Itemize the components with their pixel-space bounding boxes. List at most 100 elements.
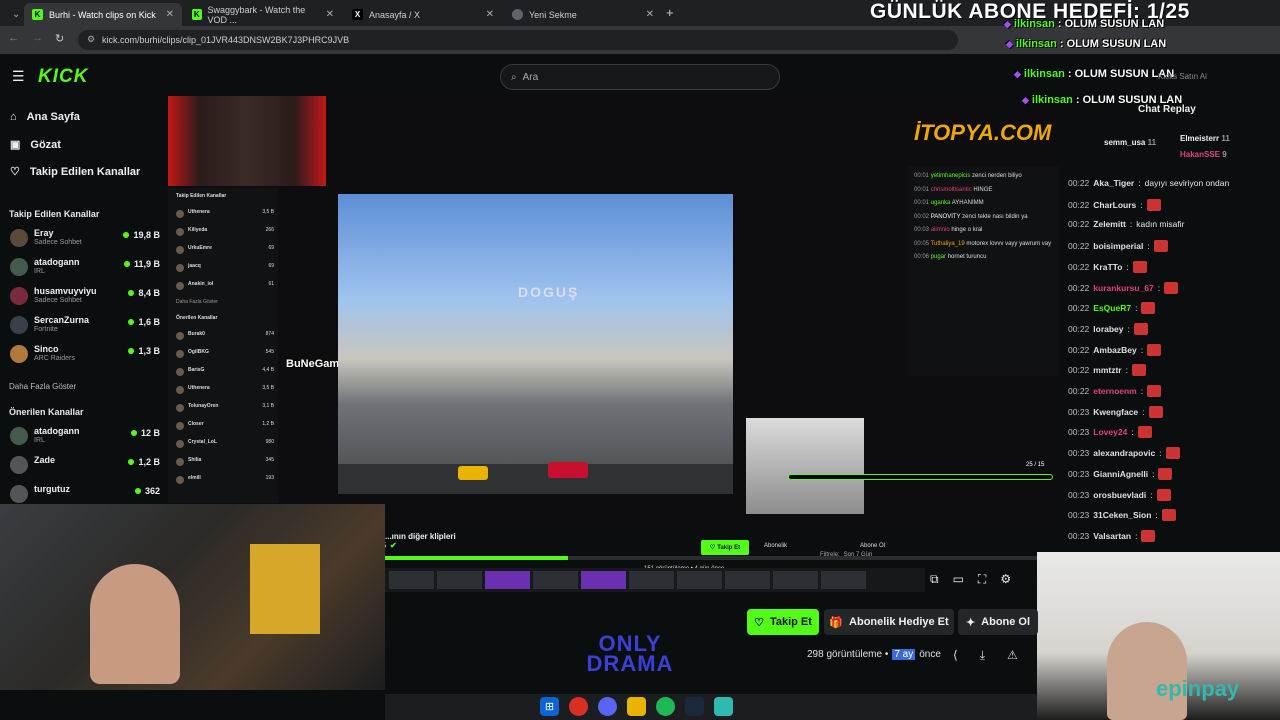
spotify-icon[interactable] <box>656 697 675 716</box>
tab-x[interactable]: X Anasayfa / X ✕ <box>344 3 502 26</box>
channel-name: Closer <box>188 421 204 427</box>
followed-channel[interactable]: husamvuyviyu Sadece Sohbet 8,4 B <box>10 284 160 310</box>
tab-search-icon[interactable]: ⌄ <box>4 3 22 26</box>
fullscreen-icon[interactable]: ⛶ <box>978 572 986 587</box>
reload-icon[interactable]: ↻ <box>55 32 64 45</box>
username[interactable]: Aka_Tiger <box>1093 178 1134 188</box>
windows-start-icon[interactable]: ⊞ <box>540 697 559 716</box>
recommended-channel[interactable]: atadogann IRL 12 B <box>10 424 160 450</box>
kicks-button[interactable]: Kicks Satın Al <box>1158 72 1207 81</box>
username[interactable]: mmtztr <box>1093 365 1121 375</box>
clip-filmstrip[interactable] <box>385 568 925 592</box>
menu-icon[interactable]: ☰ <box>12 68 25 85</box>
username[interactable]: eternoenm <box>1093 386 1136 396</box>
followed-channel[interactable]: Eray Sadece Sohbet 19,8 B <box>10 226 160 252</box>
clip-thumb[interactable] <box>629 571 674 589</box>
clip-thumb[interactable] <box>437 571 482 589</box>
nav-home[interactable]: ⌂ Ana Sayfa <box>10 111 80 123</box>
chat-message: 00:22 lorabey: <box>1068 322 1148 335</box>
follow-button[interactable]: ♡ Takip Et <box>747 609 819 635</box>
followed-channel[interactable]: SercanZurna Fortnite 1,6 B <box>10 313 160 339</box>
user: Elmeisterr <box>1180 134 1220 143</box>
report-icon[interactable]: ⚠ <box>1007 648 1018 663</box>
username[interactable]: alexandrapovic <box>1093 448 1155 458</box>
settings-icon[interactable]: ⚙ <box>1000 572 1011 587</box>
forward-icon[interactable]: → <box>32 32 43 44</box>
close-icon[interactable]: ✕ <box>646 9 654 20</box>
avatar <box>176 458 184 466</box>
username[interactable]: boisimperial <box>1093 241 1143 251</box>
username[interactable]: Zelemitt <box>1093 219 1126 229</box>
chrome-icon[interactable] <box>569 697 588 716</box>
avatar <box>176 386 184 394</box>
chat-message: 00:22 CharLours: <box>1068 198 1161 211</box>
followed-channel[interactable]: Sinco ARC Raiders 1,3 B <box>10 342 160 368</box>
username[interactable]: EsQueR7 <box>1093 303 1131 313</box>
theater-icon[interactable]: ▭ <box>953 572 964 587</box>
tab-burhi[interactable]: K Burhi - Watch clips on Kick ✕ <box>24 3 182 26</box>
live-dot-icon <box>123 232 130 238</box>
clip-thumb[interactable] <box>773 571 818 589</box>
show-more-link[interactable]: Daha Fazla Göster <box>9 382 76 391</box>
gift-sub-button[interactable]: 🎁 Abonelik Hediye Et <box>824 609 954 635</box>
close-icon[interactable]: ✕ <box>486 9 494 20</box>
viewer-count: 12 B <box>130 428 160 438</box>
close-icon[interactable]: ✕ <box>326 9 334 20</box>
search-input[interactable]: ⌕ Ara <box>500 64 780 90</box>
channel-name: UrkuEmre <box>188 245 212 251</box>
followed-channel[interactable]: atadogann IRL 11,9 B <box>10 255 160 281</box>
small-follow-button[interactable]: ♡ Takip Et <box>701 540 749 555</box>
clip-thumb[interactable] <box>725 571 770 589</box>
nav-following[interactable]: ♡ Takip Edilen Kanallar <box>10 165 140 179</box>
username[interactable]: CharLours <box>1093 200 1136 210</box>
username[interactable]: AmbazBey <box>1093 345 1136 355</box>
user: uganka <box>930 200 951 206</box>
address-bar[interactable]: ⚙ kick.com/burhi/clips/clip_01JVR443DNSW… <box>78 30 958 50</box>
site-info-icon[interactable]: ⚙ <box>87 34 95 45</box>
tab-swaggybark[interactable]: K Swaggybark - Watch the VOD ... ✕ <box>184 3 342 26</box>
username[interactable]: 31Ceken_Sion <box>1093 510 1151 520</box>
video-player[interactable]: Takip Edilen Kanallar Uthenera 3,5 B Kili… <box>168 96 1058 524</box>
username[interactable]: KraTTo <box>1093 262 1122 272</box>
new-tab-button[interactable]: + <box>666 5 674 20</box>
close-icon[interactable]: ✕ <box>166 9 174 20</box>
clip-thumb[interactable] <box>677 571 722 589</box>
username[interactable]: Lovey24 <box>1093 427 1127 437</box>
clip-thumb[interactable] <box>389 571 434 589</box>
username[interactable]: Kwengface <box>1093 407 1138 417</box>
recommended-channel[interactable]: Zade 1,2 B <box>10 453 160 479</box>
clip-thumb[interactable] <box>485 571 530 589</box>
username[interactable]: kurankursu_67 <box>1093 283 1153 293</box>
discord-icon[interactable] <box>598 697 617 716</box>
tab-new[interactable]: Yeni Sekme ✕ <box>504 3 662 26</box>
username[interactable]: Valsartan <box>1093 531 1131 541</box>
kick-logo[interactable]: KICK <box>38 66 88 88</box>
subscribe-button[interactable]: ✦ Abone Ol <box>958 609 1038 635</box>
steam-icon[interactable] <box>685 697 704 716</box>
back-icon[interactable]: ← <box>8 32 19 44</box>
pip-icon[interactable]: ⧉ <box>930 572 939 587</box>
small-sub-button[interactable]: Abone Ol <box>860 543 885 549</box>
clip-thumb[interactable] <box>533 571 578 589</box>
download-icon[interactable]: ⤓ <box>980 648 985 663</box>
share-icon[interactable]: ⟨ <box>953 648 958 663</box>
more-text: Daha Fazla Göster <box>176 299 218 305</box>
live-dot-icon <box>128 319 135 325</box>
channel-name: atadogann <box>34 426 80 436</box>
heart-icon: ♡ <box>10 166 20 178</box>
clip-thumb[interactable] <box>821 571 866 589</box>
chat-panel: 00:22 Aka_Tiger: dayıyı seviriyon ondan 00:… <box>1058 174 1280 552</box>
small-gift-button[interactable]: Abonelik <box>764 543 787 549</box>
username[interactable]: GianniAgnelli <box>1093 469 1148 479</box>
sub-goal-bar <box>788 474 1053 480</box>
app-icon[interactable] <box>714 697 733 716</box>
folder-icon[interactable] <box>627 697 646 716</box>
age-highlight: 7 ay <box>892 649 916 660</box>
username[interactable]: orosbuevladi <box>1093 490 1146 500</box>
text: zenci tekte nası bildin ya <box>962 213 1028 220</box>
clip-timeline[interactable] <box>385 556 1037 560</box>
home-icon: ⌂ <box>10 111 17 123</box>
nav-browse[interactable]: ▣ Gözat <box>10 138 61 152</box>
clip-thumb[interactable] <box>581 571 626 589</box>
username[interactable]: lorabey <box>1093 324 1123 334</box>
